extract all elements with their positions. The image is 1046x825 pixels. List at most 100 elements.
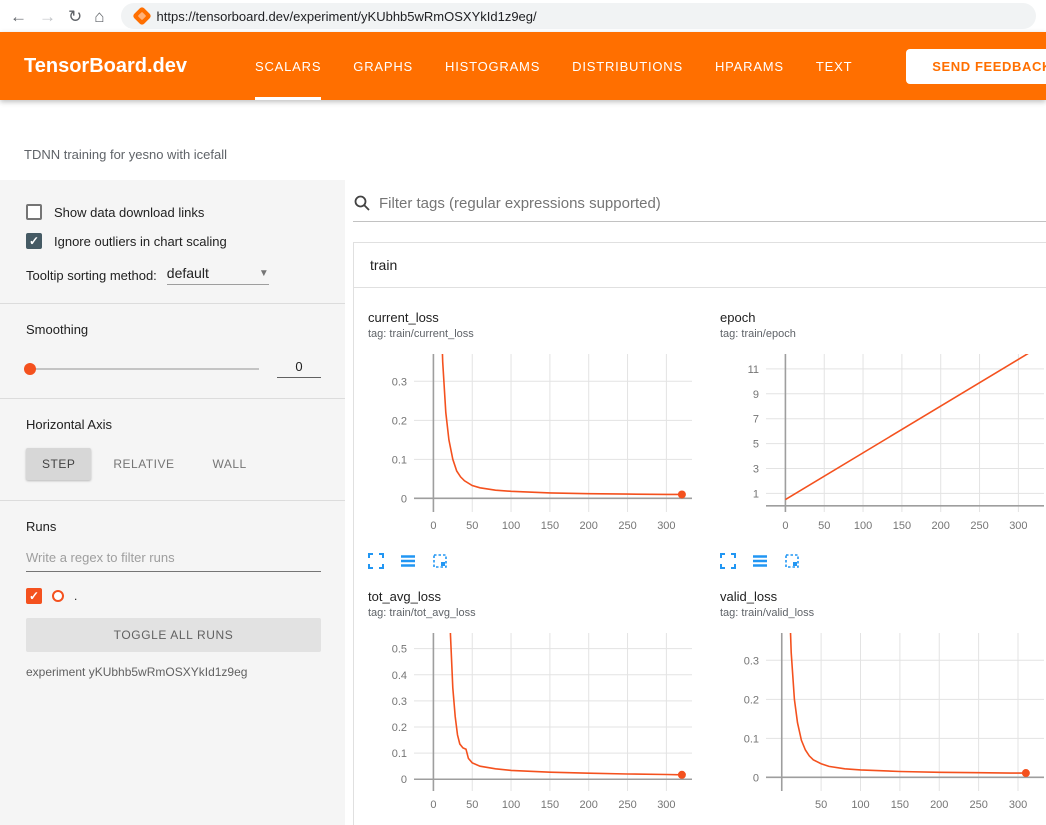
svg-text:0: 0 [430,799,436,811]
address-url[interactable]: https://tensorboard.dev/experiment/yKUbh… [157,9,537,24]
svg-text:200: 200 [930,799,948,811]
run-color-swatch [52,590,64,602]
tag-filter-input[interactable] [379,195,1046,212]
tooltip-sorting-select[interactable]: default ▼ [167,265,269,285]
reload-icon[interactable]: ↻ [68,8,82,25]
toggle-all-runs-button[interactable]: TOGGLE ALL RUNS [26,618,321,652]
chart-plot[interactable]: 05010015020025030000.10.20.30.40.5 [368,627,706,824]
experiment-caption: experiment yKUbhb5wRmOSXYkId1z9eg [26,665,321,679]
run-name: . [74,589,77,603]
run-row[interactable]: ✓ . [26,588,321,604]
chart-toolbar [368,553,706,569]
tag-group-header[interactable]: train [354,243,1046,288]
svg-text:300: 300 [1009,520,1027,532]
svg-text:1: 1 [753,488,759,500]
svg-text:0.3: 0.3 [392,376,407,388]
smoothing-slider-knob[interactable] [24,363,36,375]
svg-text:0.1: 0.1 [392,748,407,760]
fit-domain-icon[interactable] [784,553,800,569]
svg-text:0.5: 0.5 [392,644,407,656]
svg-text:0: 0 [753,772,759,784]
svg-text:100: 100 [854,520,872,532]
svg-text:3: 3 [753,463,759,475]
checkbox-unchecked-icon[interactable] [26,204,42,220]
svg-text:150: 150 [891,799,909,811]
svg-text:0.1: 0.1 [744,733,759,745]
tooltip-sorting-label: Tooltip sorting method: [26,268,157,283]
axis-wall-button[interactable]: WALL [196,448,262,480]
back-icon[interactable]: ← [10,8,27,25]
svg-text:300: 300 [657,520,675,532]
chart-plot[interactable]: 5010015020025030000.10.20.3 [720,627,1046,824]
chart-tag: tag: train/valid_loss [720,607,1046,619]
run-checkbox[interactable]: ✓ [26,588,42,604]
svg-text:0.2: 0.2 [392,722,407,734]
runs-filter-input[interactable] [26,550,321,572]
horizontal-axis-label: Horizontal Axis [26,399,321,432]
tab-graphs[interactable]: GRAPHS [353,32,413,100]
smoothing-slider[interactable] [26,368,259,370]
svg-text:50: 50 [466,799,478,811]
tab-hparams[interactable]: HPARAMS [715,32,784,100]
address-bar[interactable]: https://tensorboard.dev/experiment/yKUbh… [121,3,1036,29]
search-icon [353,194,371,212]
svg-text:250: 250 [618,520,636,532]
svg-text:150: 150 [541,799,559,811]
chart-card: tot_avg_loss tag: train/tot_avg_loss 0 50… [354,581,706,825]
svg-text:7: 7 [753,414,759,426]
svg-text:100: 100 [502,799,520,811]
svg-text:0.2: 0.2 [392,415,407,427]
chart-tag: tag: train/current_loss [368,328,706,340]
log-scale-icon[interactable] [400,553,416,569]
browser-bar: ← → ↻ ⌂ https://tensorboard.dev/experime… [0,0,1046,32]
subheader: TDNN training for yesno with icefall [0,100,1046,180]
home-icon[interactable]: ⌂ [94,8,104,25]
tab-distributions[interactable]: DISTRIBUTIONS [572,32,683,100]
send-feedback-button[interactable]: SEND FEEDBACK [906,49,1046,84]
axis-step-button[interactable]: STEP [26,448,91,480]
chart-title: tot_avg_loss [368,589,706,604]
svg-text:200: 200 [932,520,950,532]
svg-text:0.1: 0.1 [392,454,407,466]
charts-grid: current_loss tag: train/current_loss 050… [354,288,1046,825]
svg-text:150: 150 [893,520,911,532]
tooltip-sorting-value: default [167,265,209,281]
chart-card: valid_loss tag: train/valid_loss 5010015… [706,581,1046,825]
ignore-outliers-checkbox[interactable]: ✓ Ignore outliers in chart scaling [26,233,321,249]
svg-text:50: 50 [815,799,827,811]
chart-plot[interactable]: 05010015020025030000.10.20.3 [368,348,706,545]
svg-text:0.2: 0.2 [744,694,759,706]
svg-text:100: 100 [851,799,869,811]
svg-text:0: 0 [401,774,407,786]
fit-domain-icon[interactable] [432,553,448,569]
expand-chart-icon[interactable] [720,553,736,569]
tab-histograms[interactable]: HISTOGRAMS [445,32,540,100]
tab-text[interactable]: TEXT [816,32,852,100]
checkbox-label: Show data download links [54,205,204,220]
checkbox-checked-icon[interactable]: ✓ [26,233,42,249]
chevron-down-icon: ▼ [259,268,269,279]
chart-plot[interactable]: 0501001502002503001357911 [720,348,1046,545]
svg-text:300: 300 [1009,799,1027,811]
nav-tabs: SCALARS GRAPHS HISTOGRAMS DISTRIBUTIONS … [255,32,852,100]
chart-tag: tag: train/tot_avg_loss [368,607,706,619]
axis-relative-button[interactable]: RELATIVE [97,448,190,480]
tag-filter-row [353,194,1046,222]
forward-icon[interactable]: → [39,8,56,25]
smoothing-value-input[interactable] [277,359,321,378]
experiment-title: TDNN training for yesno with icefall [24,147,227,162]
svg-text:0: 0 [782,520,788,532]
expand-chart-icon[interactable] [368,553,384,569]
sidebar: Show data download links ✓ Ignore outlie… [0,180,345,825]
svg-text:0: 0 [401,493,407,505]
show-download-links-checkbox[interactable]: Show data download links [26,204,321,220]
svg-text:0.3: 0.3 [392,696,407,708]
svg-text:50: 50 [818,520,830,532]
log-scale-icon[interactable] [752,553,768,569]
site-favicon [132,6,152,26]
chart-toolbar [720,553,1046,569]
tab-scalars[interactable]: SCALARS [255,32,321,100]
svg-text:0: 0 [430,520,436,532]
svg-text:50: 50 [466,520,478,532]
svg-text:150: 150 [541,520,559,532]
